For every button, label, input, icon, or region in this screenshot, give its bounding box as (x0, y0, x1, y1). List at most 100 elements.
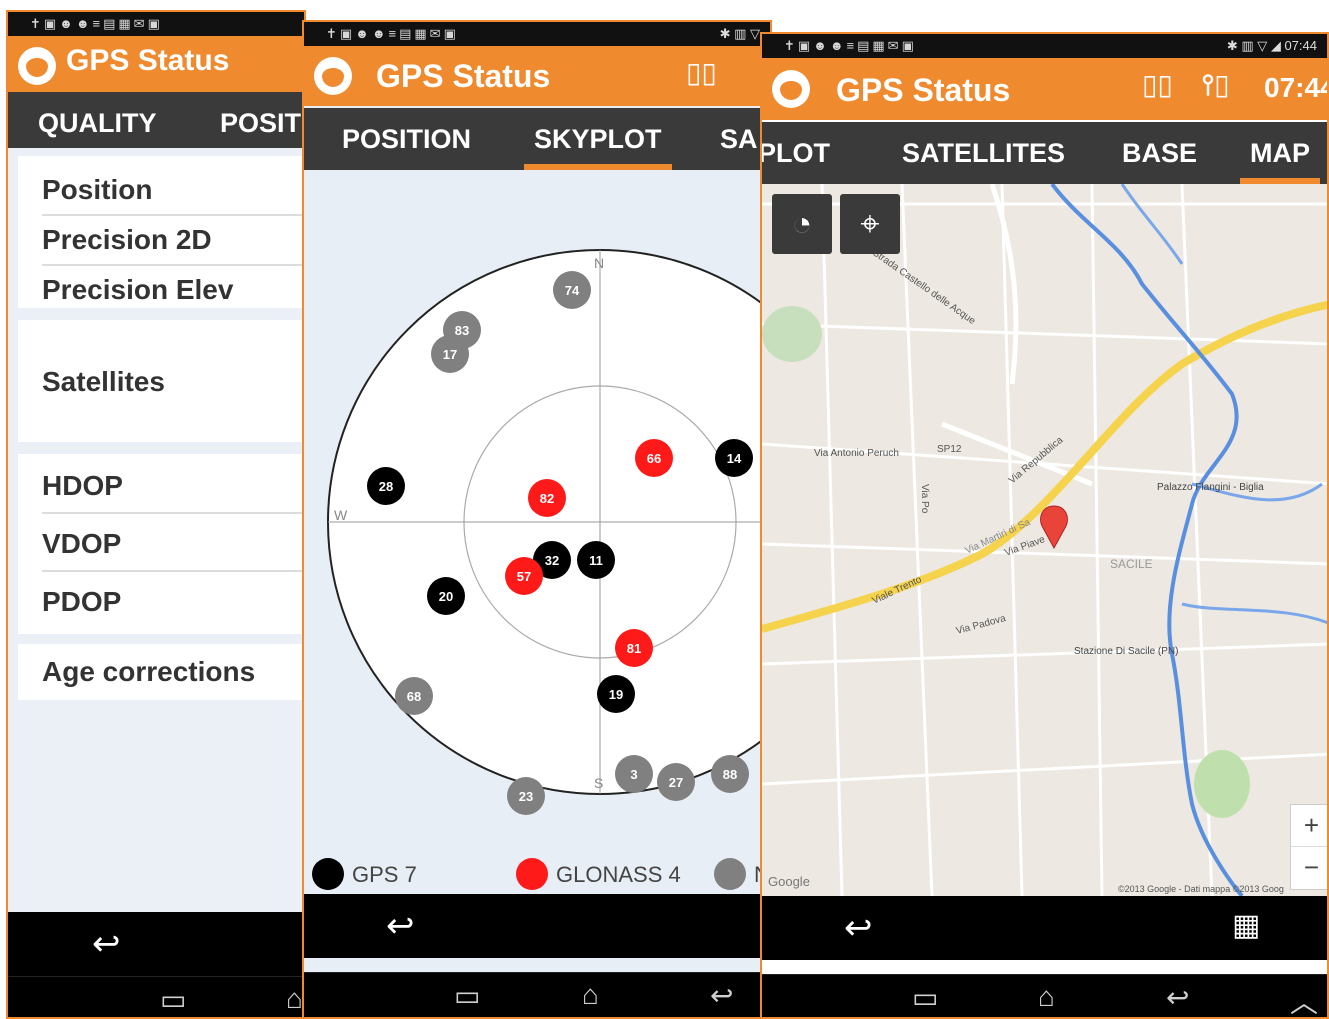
svg-text:Stazione Di Sacile (PN): Stazione Di Sacile (PN) (1074, 646, 1178, 657)
zoom-out-button[interactable]: − (1291, 847, 1327, 888)
satellite-id: 81 (627, 641, 641, 656)
row-vdop: VDOP (42, 528, 122, 559)
svg-text:Via Po: Via Po (919, 484, 930, 514)
satellite-id: 74 (565, 283, 580, 298)
satellite-57: 57 (505, 557, 543, 595)
tab-bar: POSITION SKYPLOT SA (304, 108, 770, 170)
system-nav: ▭ ⌂ ↩ (304, 972, 770, 1017)
home-icon[interactable]: ⌂ (582, 979, 599, 1011)
notification-icons: ✝▣☻☻≡▤▦✉▣ (326, 26, 459, 41)
screen-quality: ✝▣☻☻≡▤▦✉▣ GPS Status QUALITY POSIT Posit… (6, 10, 306, 1019)
action-bar: ↩ (304, 894, 770, 958)
compass-w: W (334, 507, 348, 523)
tab-satellites[interactable]: SA (720, 108, 758, 170)
signal-battery-icon[interactable]: ⫯▯ (1202, 68, 1230, 102)
tab-bar: PLOT SATELLITES BASE MAP (762, 122, 1327, 184)
satellite-82: 82 (528, 479, 566, 517)
tab-position[interactable]: POSITION (342, 108, 471, 170)
app-bar: GPS Status (8, 36, 304, 96)
satellite-id: 66 (647, 451, 661, 466)
legend-gps-dot (312, 858, 344, 890)
satellite-id: 23 (519, 789, 533, 804)
battery-icon[interactable]: ▯▯ (686, 56, 717, 89)
skyplot: N S W 74 83 17 28 66 14 82 32 11 57 20 81 19 68 3 27 88 2… (327, 249, 770, 815)
tab-skyplot[interactable]: SKYPLOT (524, 108, 671, 170)
satellite-19: 19 (597, 675, 635, 713)
satellite-11: 11 (577, 541, 615, 579)
back-icon[interactable]: ↩ (1166, 981, 1189, 1014)
legend-gps-label: GPS 7 (352, 862, 417, 887)
tab-position[interactable]: POSIT (220, 92, 301, 154)
back-icon[interactable]: ↩ (710, 979, 733, 1012)
status-right-icons: ✱ ▥ ▽ (719, 26, 760, 41)
grid-menu-icon[interactable]: ▦ (1232, 908, 1260, 943)
row-hdop: HDOP (42, 470, 123, 501)
recent-apps-icon[interactable]: ▭ (160, 983, 186, 1016)
home-icon[interactable]: ⌂ (1038, 981, 1055, 1013)
satellite-14: 14 (715, 439, 753, 477)
notification-icons: ✝▣☻☻≡▤▦✉▣ (30, 16, 163, 31)
satellite-id: 3 (630, 767, 637, 782)
back-arrow-icon[interactable]: ↩ (386, 906, 415, 946)
satellite-68: 68 (395, 677, 433, 715)
satellite-23: 23 (507, 777, 545, 815)
satellite-66: 66 (635, 439, 673, 477)
legend-other-dot (714, 858, 746, 890)
divider (42, 512, 304, 514)
app-logo-icon (772, 70, 810, 108)
screen-skyplot: ✝▣☻☻≡▤▦✉▣ ✱ ▥ ▽ GPS Status ▯▯ POSITION SK… (302, 20, 772, 1019)
quality-list: Position Precision 2D Precision Elev Sat… (8, 148, 304, 915)
satellite-id: 27 (669, 775, 683, 790)
back-arrow-icon[interactable]: ↩ (92, 924, 121, 964)
tab-skyplot[interactable]: PLOT (762, 122, 830, 184)
row-precision-2d: Precision 2D (42, 224, 212, 255)
satellite-3: 3 (615, 755, 653, 793)
recent-apps-icon[interactable]: ▭ (454, 979, 480, 1012)
system-nav: ▭ ⌂ ↩ ︿ (762, 974, 1327, 1017)
compass-s: S (594, 775, 603, 791)
location-marker-icon: ⌖ (860, 205, 880, 243)
svg-text:Palazzo Flangini - Biglia: Palazzo Flangini - Biglia (1157, 482, 1264, 493)
divider (42, 570, 304, 572)
map-view[interactable]: Strada Castello delle Acque Via Antonio … (762, 184, 1329, 896)
row-satellites: Satellites (42, 366, 165, 397)
satellite-81: 81 (615, 629, 653, 667)
svg-text:©2013 Google - Dati mappa ©201: ©2013 Google - Dati mappa ©2013 Goog (1118, 884, 1284, 894)
tab-map[interactable]: MAP (1240, 122, 1320, 184)
compass-n: N (594, 255, 604, 271)
app-title: GPS Status (376, 58, 551, 94)
satellite-id: 32 (545, 553, 559, 568)
action-bar: ↩ (8, 912, 304, 976)
tab-bar: QUALITY POSIT (8, 92, 304, 154)
zoom-in-button[interactable]: + (1291, 805, 1327, 847)
row-pdop: PDOP (42, 586, 122, 617)
tab-base[interactable]: BASE (1122, 122, 1197, 184)
satellite-id: 88 (723, 767, 737, 782)
satellite-id: 11 (589, 553, 603, 568)
satellite-id: 68 (407, 689, 421, 704)
satellite-17: 17 (431, 335, 469, 373)
svg-text:SP12: SP12 (937, 444, 962, 455)
tab-satellites[interactable]: SATELLITES (902, 122, 1065, 184)
status-clock: ✱ ▥ ▽ ◢ 07:44 (1226, 38, 1317, 53)
legend: GPS 7 GLONASS 4 N (304, 858, 770, 898)
divider (42, 264, 304, 266)
satellite-74: 74 (553, 271, 591, 309)
satellite-id: 28 (379, 479, 393, 494)
system-nav: ▭ ⌂ (8, 976, 304, 1017)
action-bar: ↩ ▦ (762, 896, 1327, 960)
home-icon[interactable]: ⌂ (286, 983, 303, 1015)
app-bar: GPS Status ▯▯ (304, 46, 770, 106)
recent-apps-icon[interactable]: ▭ (912, 981, 938, 1014)
center-location-button[interactable]: ⌖ (840, 194, 900, 254)
back-arrow-icon[interactable]: ↩ (844, 908, 873, 948)
satellite-27: 27 (657, 763, 695, 801)
satellite-28: 28 (367, 467, 405, 505)
satellite-id: 19 (609, 687, 623, 702)
tab-quality[interactable]: QUALITY (28, 92, 166, 154)
app-title: GPS Status (66, 44, 230, 77)
battery-icon[interactable]: ▯▯ (1142, 68, 1173, 101)
chevron-up-icon[interactable]: ︿ (1290, 981, 1318, 1017)
svg-text:SACILE: SACILE (1110, 557, 1153, 571)
gps-signal-button[interactable]: ◔ (772, 194, 832, 254)
